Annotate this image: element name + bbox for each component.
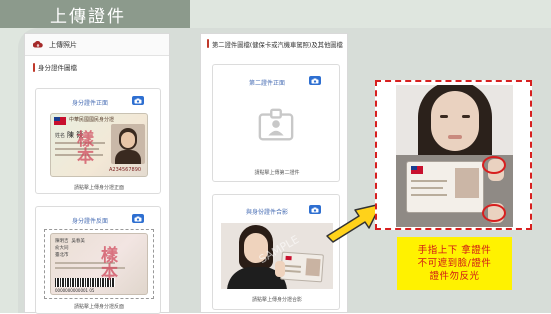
- id-card-header: 中華民國國民身分證: [69, 117, 115, 123]
- id-back-camera-button[interactable]: [132, 214, 144, 223]
- parents-info: 陳明吉 吳春美 俞大同 臺北市: [55, 238, 85, 259]
- id-number: A234567890: [109, 167, 142, 173]
- second-doc-title: 第二證件正面: [248, 80, 285, 87]
- note-line-1: 手指上下 拿證件: [417, 245, 492, 256]
- id-front-upload-card[interactable]: 身分證件正面 中華民國國民身分證 姓名 陳 筱 A234567890 樣本 請點…: [35, 88, 161, 194]
- id-front-title: 身分證件正面: [71, 100, 108, 107]
- portrait-photo: [111, 124, 145, 164]
- second-doc-camera-button[interactable]: [309, 76, 321, 85]
- page-title-banner: 上傳證件: [0, 0, 190, 28]
- id-front-hint: 請點擊上傳身分證正面: [73, 185, 124, 191]
- father-name: 陳明吉: [55, 239, 69, 244]
- second-doc-section-text: 第二證件圖檔(健保卡或汽機車駕照)及其他圖檔: [212, 42, 343, 49]
- flag-icon: [54, 117, 66, 125]
- example-photo-frame: [375, 80, 532, 230]
- id-badge-placeholder-icon: [258, 108, 294, 141]
- selfie-hint: 請點擊上傳身分證合影: [251, 297, 302, 303]
- second-document-panel: 第二證件圖檔(健保卡或汽機車駕照)及其他圖檔 第二證件正面 請點擊上傳第二證件 …: [200, 33, 348, 313]
- id-back-sample-image: 陳明吉 吳春美 俞大同 臺北市 0000000000001 05 樣本: [50, 233, 148, 295]
- selfie-sample-photo: SAMPLE: [221, 223, 333, 289]
- selfie-upload-card[interactable]: 與身份證件合影 SAMPLE 請點擊上傳身分證合影: [212, 194, 340, 310]
- camera-icon: [134, 98, 142, 103]
- selfie-camera-button[interactable]: [309, 205, 321, 214]
- camera-icon: [134, 216, 142, 221]
- sample-watermark: 樣本: [77, 130, 94, 167]
- page-title: 上傳證件: [50, 6, 126, 27]
- second-doc-hint: 請點擊上傳第二證件: [254, 170, 300, 176]
- id-section-label: 身分證件圖檔: [33, 62, 169, 72]
- note-line-2: 不可遮到臉/證件: [417, 258, 492, 269]
- panel-header-label: 上傳照片: [49, 40, 77, 49]
- mother-name: 吳春美: [71, 239, 85, 244]
- panel-header: 上傳照片: [25, 34, 169, 56]
- section-marker: [33, 62, 35, 72]
- spouse-name: 俞大同: [55, 246, 69, 251]
- barcode-number: 0000000000001 05: [55, 288, 95, 293]
- selfie-title: 與身份證件合影: [245, 209, 288, 216]
- id-back-hint: 請點擊上傳身分證反面: [73, 304, 124, 310]
- id-section-text: 身分證件圖檔: [38, 64, 77, 72]
- id-name-label: 姓名: [55, 133, 66, 139]
- upload-photo-panel: 上傳照片 身分證件圖檔 身分證件正面 中華民國國民身分證 姓名 陳 筱 A234…: [24, 33, 170, 314]
- cloud-upload-icon: [33, 41, 43, 48]
- section-marker: [207, 39, 209, 48]
- id-front-camera-button[interactable]: [132, 96, 144, 105]
- finger-highlight-bottom: [482, 204, 506, 222]
- sample-watermark: 樣本: [101, 246, 118, 283]
- finger-highlight-top: [482, 156, 506, 174]
- second-doc-section-label: 第二證件圖檔(健保卡或汽機車駕照)及其他圖檔: [201, 34, 347, 50]
- instruction-note: 手指上下 拿證件 不可遮到臉/證件 證件勿反光: [397, 237, 512, 290]
- note-line-3: 證件勿反光: [429, 271, 480, 282]
- camera-icon: [311, 207, 319, 212]
- id-back-upload-card[interactable]: 身分證件反面 陳明吉 吳春美 俞大同 臺北市 0000000000001 05 …: [35, 206, 161, 314]
- id-front-sample-image: 中華民國國民身分證 姓名 陳 筱 A234567890 樣本: [50, 113, 148, 177]
- camera-icon: [311, 78, 319, 83]
- id-back-title: 身分證件反面: [71, 218, 108, 225]
- second-doc-upload-card[interactable]: 第二證件正面 請點擊上傳第二證件: [212, 64, 340, 182]
- birthplace: 臺北市: [55, 253, 69, 258]
